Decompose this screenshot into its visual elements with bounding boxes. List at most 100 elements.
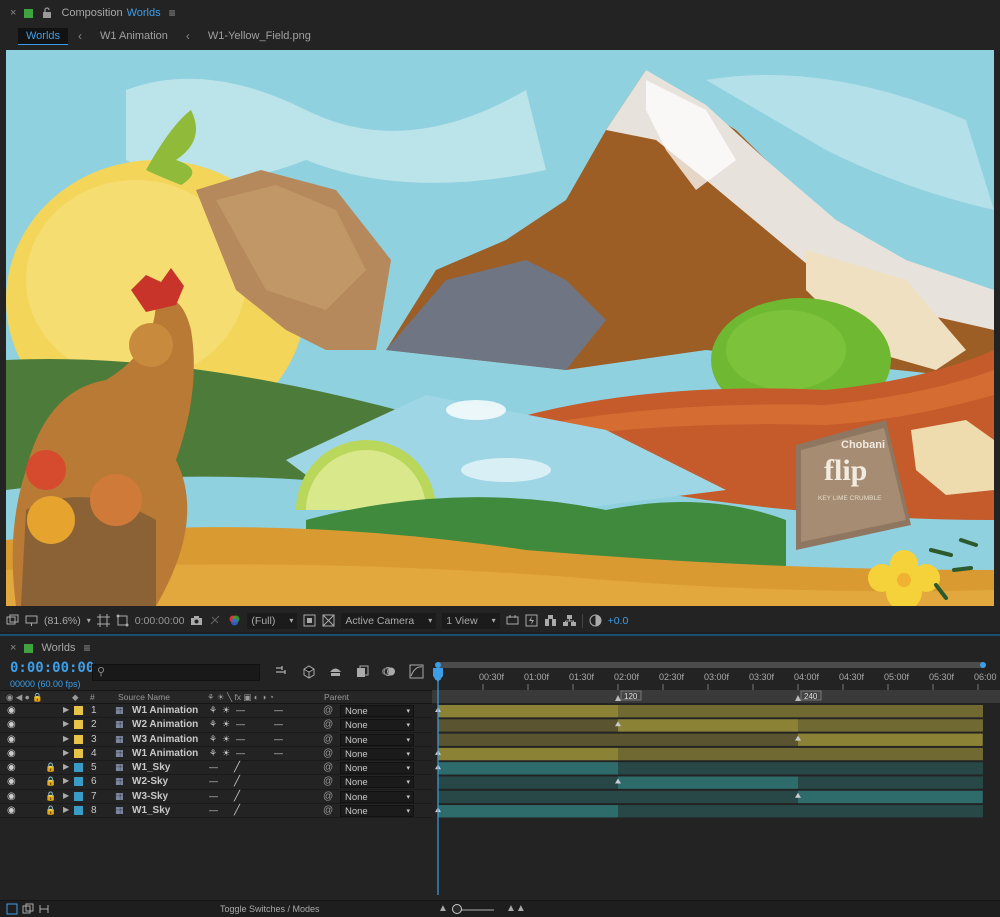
eye-icon[interactable]: ◉ bbox=[7, 734, 16, 745]
collapse-switch-icon[interactable]: ☀ bbox=[222, 748, 230, 759]
column-parent[interactable]: Parent bbox=[324, 692, 349, 702]
expand-arrow-icon[interactable]: ▶ bbox=[63, 762, 69, 771]
expand-arrow-icon[interactable]: ▶ bbox=[63, 734, 69, 743]
lock-icon[interactable]: 🔒 bbox=[45, 762, 56, 773]
transparency-grid-icon[interactable] bbox=[322, 614, 335, 627]
quality-switch-icon[interactable]: — bbox=[236, 719, 245, 729]
frame-blend-switch-icon[interactable]: — bbox=[274, 734, 283, 744]
current-time-display[interactable]: 0:00:00:00 bbox=[135, 615, 185, 627]
expand-arrow-icon[interactable]: ▶ bbox=[63, 805, 69, 814]
zoom-dropdown[interactable]: (81.6%) bbox=[44, 615, 81, 627]
panel-menu-icon[interactable]: ≡ bbox=[83, 641, 90, 655]
expand-arrow-icon[interactable]: ▶ bbox=[63, 776, 69, 785]
exposure-value[interactable]: +0.0 bbox=[608, 615, 629, 627]
shy-switch-icon[interactable]: ⚘ bbox=[209, 719, 217, 730]
reset-exposure-icon[interactable] bbox=[589, 614, 602, 627]
eye-icon[interactable]: ◉ bbox=[7, 719, 16, 730]
label-color-icon[interactable] bbox=[74, 748, 83, 758]
timeline-icon[interactable] bbox=[544, 614, 557, 627]
lock-icon[interactable] bbox=[41, 7, 53, 19]
quality-switch-icon[interactable]: ╱ bbox=[234, 776, 240, 787]
zoom-in-icon[interactable]: ▲▲ bbox=[506, 903, 526, 914]
eye-icon[interactable]: ◉ bbox=[7, 748, 16, 759]
frame-blend-switch-icon[interactable]: — bbox=[274, 705, 283, 715]
shy-switch-icon[interactable]: ⚘ bbox=[209, 705, 217, 716]
layer-row[interactable]: ◉ 🔒 ▶ 5 ▦ W1_Sky — ╱ @ None ▾ bbox=[0, 761, 432, 776]
label-color-icon[interactable] bbox=[74, 720, 83, 730]
pickwhip-icon[interactable]: @ bbox=[323, 734, 333, 745]
layer-row[interactable]: ◉ ▶ 2 ▦ W2 Animation ⚘ ☀ — — @ None ▾ bbox=[0, 718, 432, 733]
zoom-out-icon[interactable]: ▲ bbox=[438, 903, 448, 914]
eye-icon[interactable]: ◉ bbox=[7, 791, 16, 802]
expand-arrow-icon[interactable]: ▶ bbox=[63, 705, 69, 714]
current-timecode[interactable]: 0:00:00:00 bbox=[10, 660, 94, 676]
layer-name[interactable]: W1_Sky bbox=[132, 762, 170, 773]
pickwhip-icon[interactable]: @ bbox=[323, 705, 333, 716]
column-source-name[interactable]: Source Name bbox=[118, 692, 170, 702]
lock-icon[interactable]: 🔒 bbox=[45, 791, 56, 802]
breadcrumb-item[interactable]: W1 Animation bbox=[92, 28, 176, 44]
parent-dropdown[interactable]: None ▾ bbox=[340, 719, 414, 732]
shy-switch-icon[interactable]: — bbox=[209, 791, 218, 801]
collapse-switch-icon[interactable]: ☀ bbox=[222, 734, 230, 745]
pickwhip-icon[interactable]: @ bbox=[323, 762, 333, 773]
quality-switch-icon[interactable]: — bbox=[236, 705, 245, 715]
pickwhip-icon[interactable]: @ bbox=[323, 719, 333, 730]
camera-snapshot-icon[interactable] bbox=[190, 614, 203, 627]
parent-dropdown[interactable]: None ▾ bbox=[340, 747, 414, 760]
label-color-icon[interactable] bbox=[74, 734, 83, 744]
eye-icon[interactable]: ◉ bbox=[7, 776, 16, 787]
layer-switches-icon[interactable] bbox=[6, 903, 19, 916]
resolution-dropdown[interactable]: (Full) ▾ bbox=[247, 612, 298, 629]
lock-icon[interactable]: 🔒 bbox=[45, 776, 56, 787]
label-color-icon[interactable] bbox=[74, 791, 83, 801]
motion-blur-icon[interactable] bbox=[382, 664, 397, 679]
layer-name[interactable]: W1_Sky bbox=[132, 805, 170, 816]
shy-switch-icon[interactable]: ⚘ bbox=[209, 748, 217, 759]
toggle-pixel-aspect-icon[interactable] bbox=[506, 614, 519, 627]
shy-switch-icon[interactable]: — bbox=[209, 805, 218, 815]
close-icon[interactable]: × bbox=[10, 7, 16, 19]
grid-guides-icon[interactable] bbox=[96, 614, 110, 627]
breadcrumb-item[interactable]: W1-Yellow_Field.png bbox=[200, 28, 319, 44]
flowchart-icon[interactable] bbox=[562, 614, 576, 627]
always-preview-icon[interactable] bbox=[6, 614, 19, 627]
layer-row[interactable]: ◉ 🔒 ▶ 7 ▦ W3-Sky — ╱ @ None ▾ bbox=[0, 790, 432, 805]
expand-arrow-icon[interactable]: ▶ bbox=[63, 748, 69, 757]
pickwhip-icon[interactable]: @ bbox=[323, 791, 333, 802]
color-channels-icon[interactable] bbox=[228, 614, 241, 627]
collapse-switch-icon[interactable]: ☀ bbox=[222, 705, 230, 716]
frame-blend-switch-icon[interactable]: — bbox=[274, 719, 283, 729]
layer-name[interactable]: W3 Animation bbox=[132, 734, 198, 745]
panel-menu-icon[interactable]: ≡ bbox=[169, 6, 176, 20]
view-layout-dropdown[interactable]: 1 View ▾ bbox=[442, 612, 500, 629]
pickwhip-icon[interactable]: @ bbox=[323, 748, 333, 759]
mask-visibility-icon[interactable] bbox=[116, 614, 129, 627]
parent-dropdown[interactable]: None ▾ bbox=[340, 762, 414, 775]
eye-icon[interactable]: ◉ bbox=[7, 805, 16, 816]
pickwhip-icon[interactable]: @ bbox=[323, 805, 333, 816]
layer-name[interactable]: W1 Animation bbox=[132, 748, 198, 759]
composition-mini-flowchart-icon[interactable] bbox=[274, 664, 289, 679]
shy-switch-icon[interactable]: — bbox=[209, 762, 218, 772]
parent-dropdown[interactable]: None ▾ bbox=[340, 805, 414, 818]
eye-icon[interactable]: ◉ bbox=[7, 762, 16, 773]
layer-name[interactable]: W2 Animation bbox=[132, 719, 198, 730]
layer-row[interactable]: ◉ 🔒 ▶ 6 ▦ W2-Sky — ╱ @ None ▾ bbox=[0, 775, 432, 790]
shy-layers-icon[interactable] bbox=[328, 664, 343, 679]
layer-search-input[interactable]: ⚲ bbox=[92, 664, 260, 681]
layer-name[interactable]: W1 Animation bbox=[132, 705, 198, 716]
collapse-switch-icon[interactable]: ☀ bbox=[222, 719, 230, 730]
frame-blending-icon[interactable] bbox=[355, 664, 370, 679]
layer-row[interactable]: ◉ 🔒 ▶ 8 ▦ W1_Sky — ╱ @ None ▾ bbox=[0, 804, 432, 819]
camera-view-dropdown[interactable]: Active Camera ▾ bbox=[341, 612, 437, 629]
show-snapshot-icon[interactable] bbox=[209, 614, 222, 627]
parent-dropdown[interactable]: None ▾ bbox=[340, 790, 414, 803]
toggle-switches-modes-button[interactable]: Toggle Switches / Modes bbox=[220, 904, 320, 914]
composition-viewer[interactable]: Chobani flip KEY LIME CRUMBLE bbox=[6, 50, 994, 606]
quality-switch-icon[interactable]: — bbox=[236, 748, 245, 758]
lock-icon[interactable]: 🔒 bbox=[45, 805, 56, 816]
layer-row[interactable]: ◉ ▶ 4 ▦ W1 Animation ⚘ ☀ — — @ None ▾ bbox=[0, 747, 432, 762]
quality-switch-icon[interactable]: ╱ bbox=[234, 762, 240, 773]
pickwhip-icon[interactable]: @ bbox=[323, 776, 333, 787]
